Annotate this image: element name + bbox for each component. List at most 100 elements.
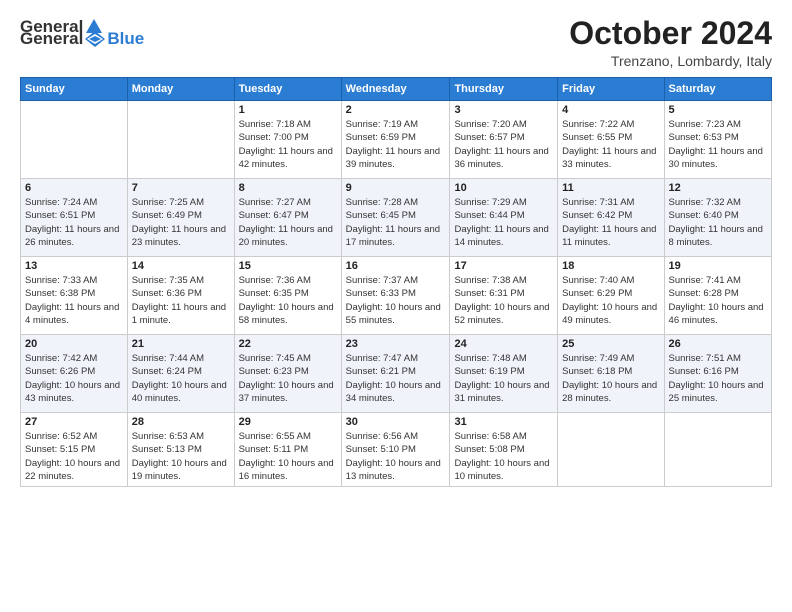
day-number-26: 26 xyxy=(669,338,767,350)
day-number-12: 12 xyxy=(669,182,767,194)
title-area: October 2024 Trenzano, Lombardy, Italy xyxy=(569,16,772,69)
day-number-21: 21 xyxy=(132,338,230,350)
cell-4-1: 28 Sunrise: 6:53 AMSunset: 5:13 PMDayligh… xyxy=(127,413,234,487)
day-info-6: Sunrise: 7:24 AMSunset: 6:51 PMDaylight:… xyxy=(25,196,123,249)
day-info-23: Sunrise: 7:47 AMSunset: 6:21 PMDaylight:… xyxy=(346,352,446,405)
cell-4-0: 27Sunrise: 6:52 AMSunset: 5:15 PMDayligh… xyxy=(21,413,128,487)
cell-4-5 xyxy=(558,413,664,487)
header-friday: Friday xyxy=(558,78,664,101)
day-info-22: Sunrise: 7:45 AMSunset: 6:23 PMDaylight:… xyxy=(239,352,337,405)
cell-2-1: 14 Sunrise: 7:35 AMSunset: 6:36 PMDayligh… xyxy=(127,257,234,335)
day-info-10: Sunrise: 7:29 AMSunset: 6:44 PMDaylight:… xyxy=(454,196,553,249)
logo-general-text: General xyxy=(20,29,83,49)
cell-3-5: 25 Sunrise: 7:49 AMSunset: 6:18 PMDayligh… xyxy=(558,335,664,413)
day-info-29: Sunrise: 6:55 AMSunset: 5:11 PMDaylight:… xyxy=(239,430,337,483)
day-number-22: 22 xyxy=(239,338,337,350)
day-number-30: 30 xyxy=(346,416,446,428)
logo-area: General General Blue xyxy=(20,16,144,49)
day-number-6: 6 xyxy=(25,182,123,194)
day-number-17: 17 xyxy=(454,260,553,272)
calendar-table: Sunday Monday Tuesday Wednesday Thursday… xyxy=(20,77,772,487)
cell-0-0 xyxy=(21,101,128,179)
day-number-29: 29 xyxy=(239,416,337,428)
cell-3-6: 26 Sunrise: 7:51 AMSunset: 6:16 PMDayligh… xyxy=(664,335,771,413)
day-info-4: Sunrise: 7:22 AMSunset: 6:55 PMDaylight:… xyxy=(562,118,659,171)
cell-0-3: 2 Sunrise: 7:19 AMSunset: 6:59 PMDaylight… xyxy=(341,101,450,179)
header: General General Blue October 2024 Trenza… xyxy=(20,16,772,69)
day-info-14: Sunrise: 7:35 AMSunset: 6:36 PMDaylight:… xyxy=(132,274,230,327)
day-number-9: 9 xyxy=(346,182,446,194)
cell-2-2: 15 Sunrise: 7:36 AMSunset: 6:35 PMDayligh… xyxy=(234,257,341,335)
day-info-11: Sunrise: 7:31 AMSunset: 6:42 PMDaylight:… xyxy=(562,196,659,249)
day-info-17: Sunrise: 7:38 AMSunset: 6:31 PMDaylight:… xyxy=(454,274,553,327)
cell-4-6 xyxy=(664,413,771,487)
day-number-31: 31 xyxy=(454,416,553,428)
day-number-28: 28 xyxy=(132,416,230,428)
cell-2-3: 16Sunrise: 7:37 AMSunset: 6:33 PMDayligh… xyxy=(341,257,450,335)
week-row-3: 13Sunrise: 7:33 AMSunset: 6:38 PMDayligh… xyxy=(21,257,772,335)
cell-1-0: 6 Sunrise: 7:24 AMSunset: 6:51 PMDaylight… xyxy=(21,179,128,257)
cell-0-5: 4 Sunrise: 7:22 AMSunset: 6:55 PMDaylight… xyxy=(558,101,664,179)
week-row-1: 1Sunrise: 7:18 AMSunset: 7:00 PMDaylight… xyxy=(21,101,772,179)
cell-0-4: 3 Sunrise: 7:20 AMSunset: 6:57 PMDaylight… xyxy=(450,101,558,179)
day-info-7: Sunrise: 7:25 AMSunset: 6:49 PMDaylight:… xyxy=(132,196,230,249)
day-number-23: 23 xyxy=(346,338,446,350)
week-row-5: 27Sunrise: 6:52 AMSunset: 5:15 PMDayligh… xyxy=(21,413,772,487)
cell-3-1: 21 Sunrise: 7:44 AMSunset: 6:24 PMDayligh… xyxy=(127,335,234,413)
day-number-11: 11 xyxy=(562,182,659,194)
day-info-19: Sunrise: 7:41 AMSunset: 6:28 PMDaylight:… xyxy=(669,274,767,327)
cell-1-1: 7 Sunrise: 7:25 AMSunset: 6:49 PMDaylight… xyxy=(127,179,234,257)
day-info-25: Sunrise: 7:49 AMSunset: 6:18 PMDaylight:… xyxy=(562,352,659,405)
cell-1-6: 12 Sunrise: 7:32 AMSunset: 6:40 PMDayligh… xyxy=(664,179,771,257)
day-number-2: 2 xyxy=(346,104,446,116)
cell-3-2: 22 Sunrise: 7:45 AMSunset: 6:23 PMDayligh… xyxy=(234,335,341,413)
day-info-15: Sunrise: 7:36 AMSunset: 6:35 PMDaylight:… xyxy=(239,274,337,327)
day-info-20: Sunrise: 7:42 AMSunset: 6:26 PMDaylight:… xyxy=(25,352,123,405)
cell-1-5: 11 Sunrise: 7:31 AMSunset: 6:42 PMDayligh… xyxy=(558,179,664,257)
cell-1-4: 10Sunrise: 7:29 AMSunset: 6:44 PMDayligh… xyxy=(450,179,558,257)
header-wednesday: Wednesday xyxy=(341,78,450,101)
day-number-18: 18 xyxy=(562,260,659,272)
day-number-3: 3 xyxy=(454,104,553,116)
cell-2-4: 17 Sunrise: 7:38 AMSunset: 6:31 PMDayligh… xyxy=(450,257,558,335)
day-number-19: 19 xyxy=(669,260,767,272)
cell-0-2: 1Sunrise: 7:18 AMSunset: 7:00 PMDaylight… xyxy=(234,101,341,179)
day-number-25: 25 xyxy=(562,338,659,350)
day-number-20: 20 xyxy=(25,338,123,350)
month-title: October 2024 xyxy=(569,16,772,51)
day-info-24: Sunrise: 7:48 AMSunset: 6:19 PMDaylight:… xyxy=(454,352,553,405)
day-info-28: Sunrise: 6:53 AMSunset: 5:13 PMDaylight:… xyxy=(132,430,230,483)
day-number-15: 15 xyxy=(239,260,337,272)
day-info-8: Sunrise: 7:27 AMSunset: 6:47 PMDaylight:… xyxy=(239,196,337,249)
cell-4-4: 31 Sunrise: 6:58 AMSunset: 5:08 PMDayligh… xyxy=(450,413,558,487)
day-info-2: Sunrise: 7:19 AMSunset: 6:59 PMDaylight:… xyxy=(346,118,446,171)
day-number-5: 5 xyxy=(669,104,767,116)
day-number-13: 13 xyxy=(25,260,123,272)
cell-4-3: 30Sunrise: 6:56 AMSunset: 5:10 PMDayligh… xyxy=(341,413,450,487)
cell-4-2: 29 Sunrise: 6:55 AMSunset: 5:11 PMDayligh… xyxy=(234,413,341,487)
header-monday: Monday xyxy=(127,78,234,101)
day-info-9: Sunrise: 7:28 AMSunset: 6:45 PMDaylight:… xyxy=(346,196,446,249)
day-info-26: Sunrise: 7:51 AMSunset: 6:16 PMDaylight:… xyxy=(669,352,767,405)
day-number-14: 14 xyxy=(132,260,230,272)
header-saturday: Saturday xyxy=(664,78,771,101)
day-info-12: Sunrise: 7:32 AMSunset: 6:40 PMDaylight:… xyxy=(669,196,767,249)
header-sunday: Sunday xyxy=(21,78,128,101)
page: General General Blue October 2024 Trenza… xyxy=(0,0,792,612)
day-info-31: Sunrise: 6:58 AMSunset: 5:08 PMDaylight:… xyxy=(454,430,553,483)
header-tuesday: Tuesday xyxy=(234,78,341,101)
week-row-2: 6 Sunrise: 7:24 AMSunset: 6:51 PMDaylight… xyxy=(21,179,772,257)
cell-2-0: 13Sunrise: 7:33 AMSunset: 6:38 PMDayligh… xyxy=(21,257,128,335)
day-number-4: 4 xyxy=(562,104,659,116)
day-info-21: Sunrise: 7:44 AMSunset: 6:24 PMDaylight:… xyxy=(132,352,230,405)
day-info-27: Sunrise: 6:52 AMSunset: 5:15 PMDaylight:… xyxy=(25,430,123,483)
day-number-7: 7 xyxy=(132,182,230,194)
day-number-24: 24 xyxy=(454,338,553,350)
logo-flag-icon xyxy=(84,30,106,48)
day-number-16: 16 xyxy=(346,260,446,272)
day-info-3: Sunrise: 7:20 AMSunset: 6:57 PMDaylight:… xyxy=(454,118,553,171)
logo-blue-text: Blue xyxy=(107,29,144,49)
header-thursday: Thursday xyxy=(450,78,558,101)
weekday-header-row: Sunday Monday Tuesday Wednesday Thursday… xyxy=(21,78,772,101)
cell-3-0: 20 Sunrise: 7:42 AMSunset: 6:26 PMDayligh… xyxy=(21,335,128,413)
